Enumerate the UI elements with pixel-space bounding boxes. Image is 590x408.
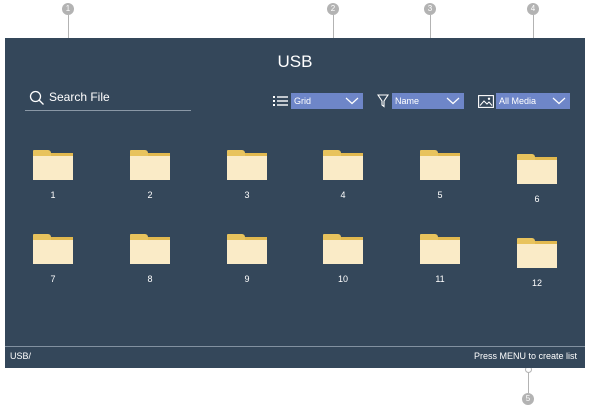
search-icon [29, 90, 44, 105]
folder-label: 10 [337, 274, 348, 284]
folder-label: 11 [435, 274, 445, 284]
folder-icon[interactable] [33, 150, 73, 180]
chevron-down-icon [345, 97, 359, 105]
sort-dropdown[interactable]: Name [392, 93, 464, 109]
folder-label: 1 [50, 190, 56, 200]
current-path: USB/ [10, 351, 32, 361]
view-mode-dropdown[interactable]: Grid [291, 93, 363, 109]
folder-label: 3 [244, 190, 250, 200]
folder-label: 4 [340, 190, 346, 200]
folder-icon[interactable] [517, 238, 557, 268]
callout-marker-1: 1 [62, 3, 74, 15]
list-view-icon [273, 96, 288, 106]
sort-value: Name [395, 96, 420, 106]
folder-icon[interactable] [227, 234, 267, 264]
folder-label: 8 [147, 274, 153, 284]
folder-label: 5 [437, 190, 443, 200]
folder-icon[interactable] [420, 234, 460, 264]
folder-label: 9 [244, 274, 250, 284]
callout-leader-5 [528, 370, 529, 393]
search-input[interactable]: Search File [25, 90, 191, 111]
search-placeholder: Search File [49, 90, 110, 104]
folder-icon[interactable] [517, 154, 557, 184]
callout-marker-5: 5 [522, 393, 534, 405]
callout-marker-3: 3 [424, 3, 436, 15]
folder-label: 2 [147, 190, 153, 200]
folder-icon[interactable] [130, 150, 170, 180]
view-mode-value: Grid [294, 96, 312, 106]
menu-hint: Press MENU to create list [473, 351, 577, 361]
folder-label: 6 [534, 194, 540, 204]
media-type-value: All Media [499, 96, 537, 106]
callout-marker-4: 4 [527, 3, 539, 15]
folder-icon[interactable] [420, 150, 460, 180]
folder-icon[interactable] [323, 150, 363, 180]
chevron-down-icon [552, 97, 566, 105]
folder-icon[interactable] [323, 234, 363, 264]
folder-icon[interactable] [33, 234, 73, 264]
folder-icon[interactable] [227, 150, 267, 180]
filter-icon [377, 94, 389, 108]
footer-divider [5, 346, 585, 347]
chevron-down-icon [446, 97, 460, 105]
image-icon [478, 95, 494, 108]
usb-browser-screen: USB Search File Grid Name All Media 1 2 [5, 38, 585, 368]
page-title: USB [277, 52, 313, 71]
media-type-dropdown[interactable]: All Media [496, 93, 570, 109]
callout-marker-2: 2 [327, 3, 339, 15]
folder-icon[interactable] [130, 234, 170, 264]
folder-label: 7 [50, 274, 56, 284]
folder-label: 12 [531, 278, 542, 288]
